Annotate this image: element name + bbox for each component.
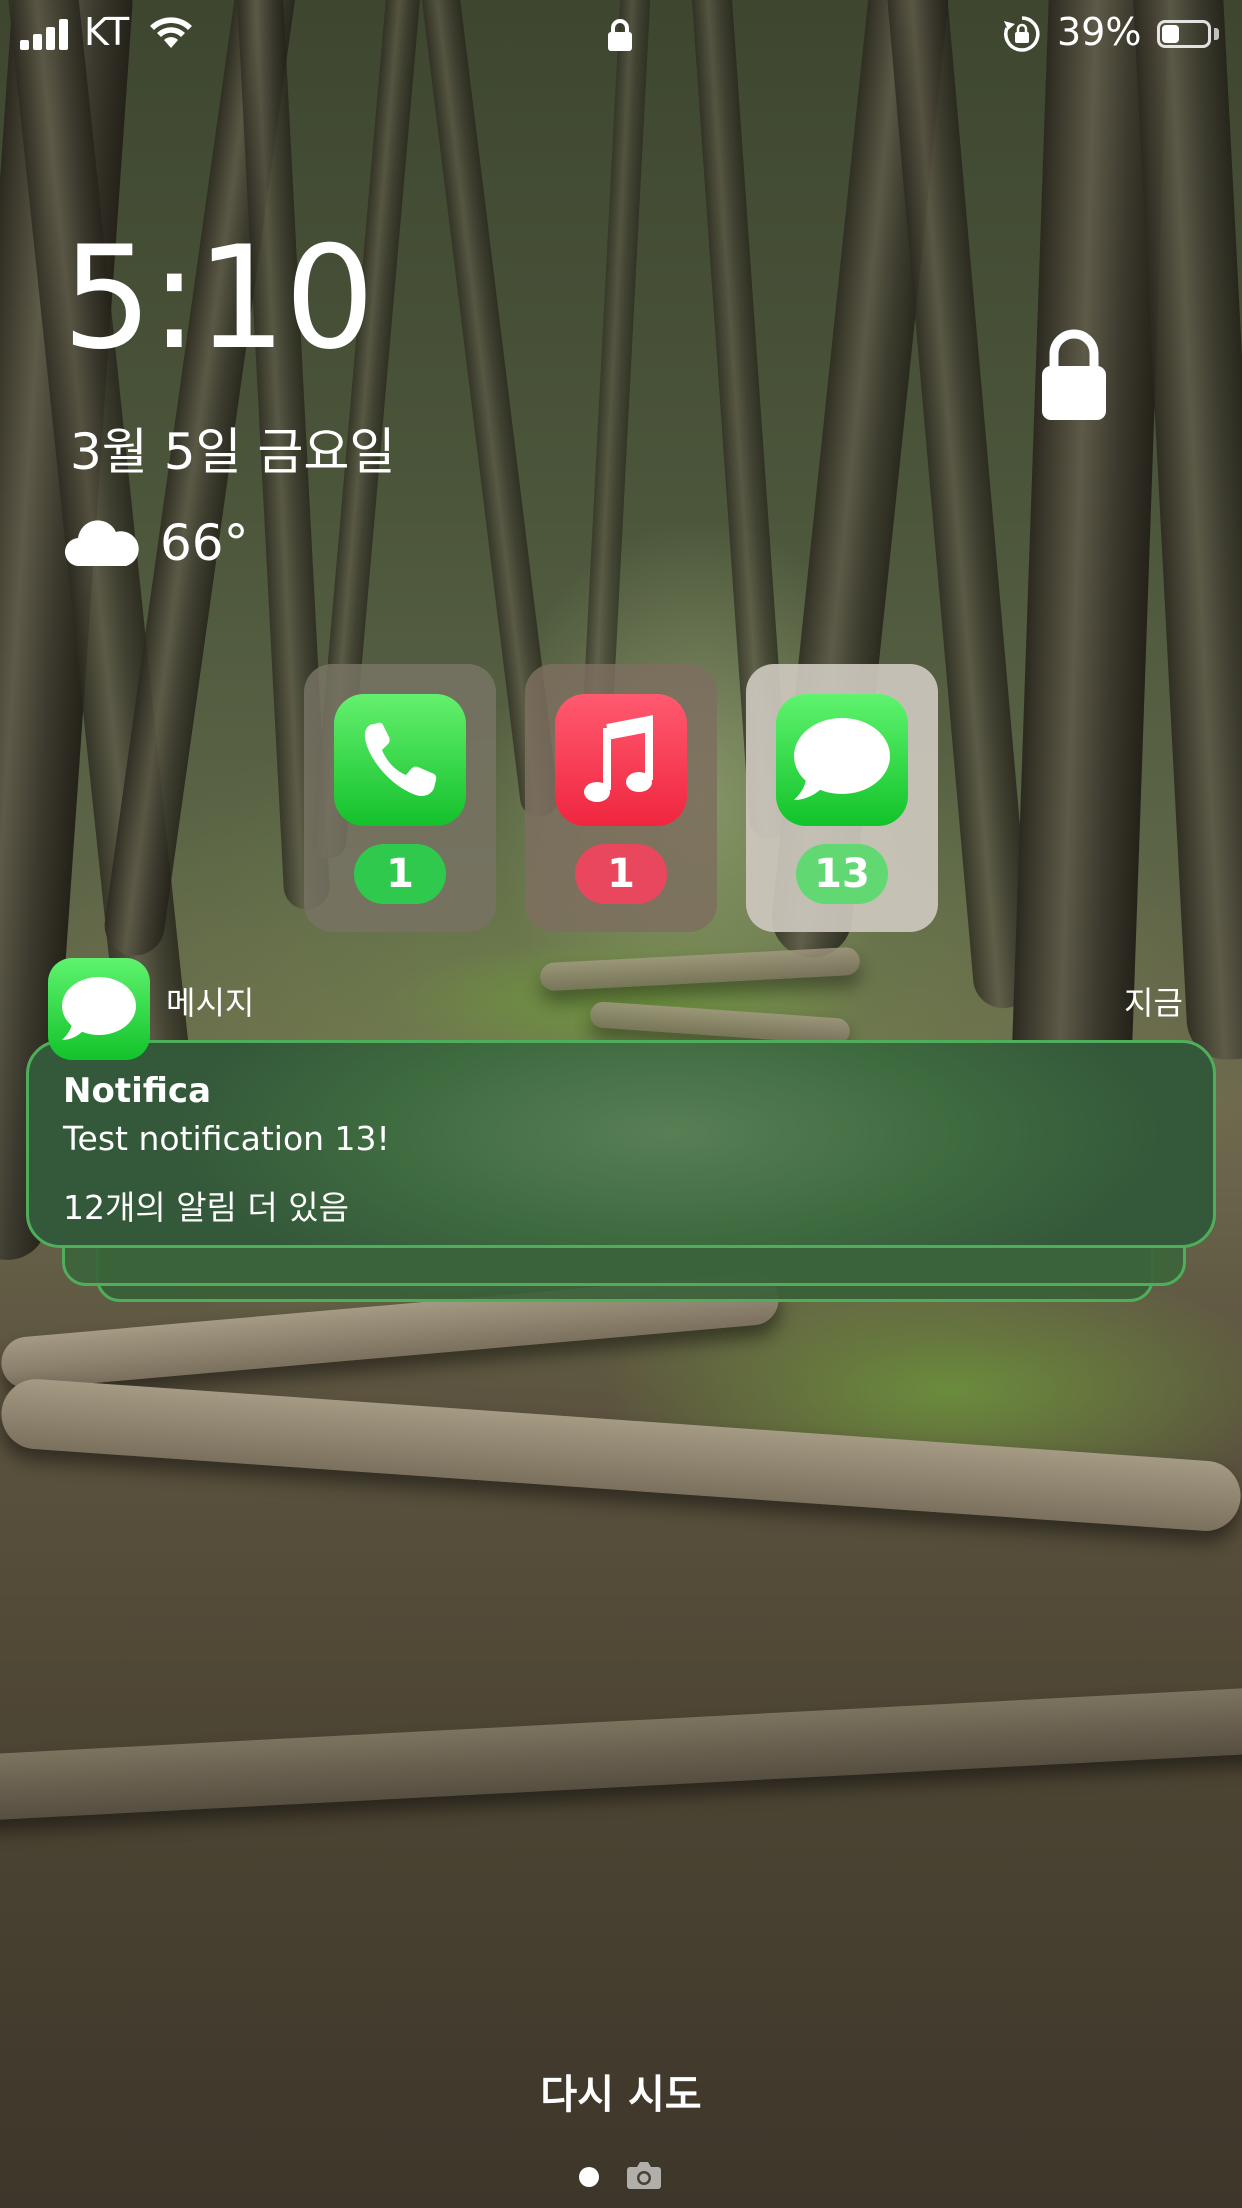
padlock-icon	[1042, 329, 1106, 420]
battery-nub	[1214, 28, 1219, 40]
battery-icon	[1157, 20, 1211, 48]
cloud-icon	[64, 520, 139, 567]
orientation-lock-icon	[1004, 16, 1040, 52]
notification-time: 지금	[1124, 984, 1183, 1022]
messages-badge-tile[interactable]: 13	[746, 664, 938, 932]
notification-app-name: 메시지	[166, 984, 255, 1022]
camera-icon[interactable]	[626, 2160, 662, 2190]
wifi-icon	[150, 17, 192, 48]
weather-temperature: 66°	[160, 514, 249, 572]
lock-screen-time: 5:10	[62, 216, 375, 381]
messages-app-icon	[776, 694, 908, 826]
notification-title: Notifica	[63, 1071, 212, 1111]
messages-badge-count: 13	[796, 844, 888, 904]
phone-badge-count: 1	[354, 844, 446, 904]
lock-screen-date: 3월 5일 금요일	[70, 423, 396, 481]
music-app-icon	[555, 694, 687, 826]
music-badge-tile[interactable]: 1	[525, 664, 717, 932]
music-badge-count: 1	[575, 844, 667, 904]
status-bar: KT 39%	[0, 0, 1242, 72]
battery-percentage: 39%	[1057, 10, 1142, 54]
messages-icon	[48, 958, 150, 1060]
notification-more-count: 12개의 알림 더 있음	[63, 1188, 349, 1227]
page-dot-icon[interactable]	[579, 2167, 599, 2187]
phone-app-icon	[334, 694, 466, 826]
notification-card[interactable]: Notifica Test notification 13! 12개의 알림 더…	[26, 1040, 1216, 1248]
retry-button[interactable]: 다시 시도	[0, 2062, 1242, 2120]
phone-badge-tile[interactable]: 1	[304, 664, 496, 932]
lock-icon	[608, 19, 632, 51]
signal-icon	[20, 18, 72, 50]
carrier-name: KT	[84, 10, 130, 54]
notification-body: Test notification 13!	[63, 1119, 390, 1158]
